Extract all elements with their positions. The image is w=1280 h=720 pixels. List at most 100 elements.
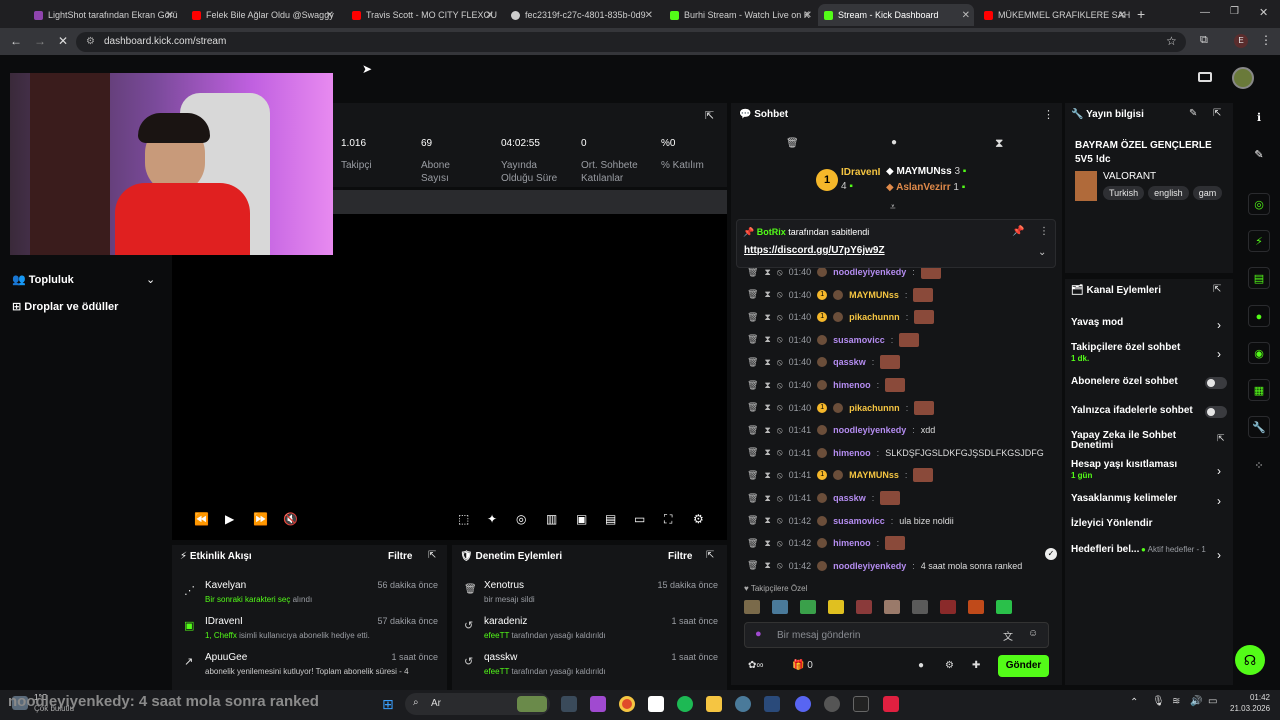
- chat-username[interactable]: MAYMUNss: [849, 290, 899, 300]
- chat-bubble-icon[interactable]: ●: [918, 660, 924, 671]
- close-icon[interactable]: ✕: [166, 10, 174, 21]
- emote[interactable]: [772, 600, 788, 614]
- trash-icon[interactable]: 🗑: [747, 515, 758, 526]
- pencil-icon[interactable]: ✎: [1248, 144, 1270, 166]
- clipboard-icon[interactable]: ▤: [1248, 267, 1270, 289]
- riot-icon[interactable]: [824, 696, 840, 712]
- ban-icon[interactable]: ⦸: [777, 357, 783, 368]
- rewind-icon[interactable]: ⏪: [194, 512, 209, 526]
- chevron-right-icon[interactable]: ›: [1217, 494, 1221, 508]
- crop-icon[interactable]: ⬚: [458, 512, 469, 526]
- chevron-down-icon[interactable]: ⌄: [1038, 247, 1046, 258]
- chat-username[interactable]: noodleyiyenkedy: [833, 267, 906, 277]
- popout-icon[interactable]: ⇱: [706, 550, 714, 561]
- channel-action-item[interactable]: İzleyici Yönlendir: [1071, 519, 1229, 529]
- close-icon[interactable]: ✕: [1118, 10, 1126, 21]
- video-player[interactable]: [172, 214, 727, 540]
- windows-start-icon[interactable]: ⊞: [382, 696, 398, 712]
- volume-icon[interactable]: 🔊: [1190, 696, 1202, 707]
- chat-message[interactable]: 🗑 ⧗ ⦸ 01:41 himenoo: SLKDŞFJGSLDKFGJŞSDLFKGSJ…: [747, 444, 1044, 462]
- browser-tab[interactable]: MÜKEMMEL GRAFIKLERE SAHİ ✕: [978, 4, 1130, 26]
- hourglass-icon[interactable]: ⧗: [764, 289, 770, 300]
- moderation-filter-button[interactable]: Filtre: [668, 551, 692, 562]
- spotify-icon[interactable]: [677, 696, 693, 712]
- moderation-user[interactable]: Xenotrus: [484, 580, 524, 591]
- fullscreen-icon[interactable]: ⛶: [664, 512, 672, 527]
- chevron-right-icon[interactable]: ›: [1217, 464, 1221, 478]
- hourglass-icon[interactable]: ⧗: [995, 136, 1003, 151]
- collapse-icon[interactable]: ⩡: [890, 202, 896, 213]
- chat-message[interactable]: 🗑 ⧗ ⦸ 01:40 susamovicc:: [747, 331, 920, 349]
- browser-tab[interactable]: Felek Bile Ağlar Oldu @Swaggy ✕: [186, 4, 338, 26]
- browser-tab[interactable]: LightShot tarafından Ekran Görü ✕: [28, 4, 178, 26]
- pinned-menu-icon[interactable]: ⋮: [1039, 226, 1049, 237]
- chat-message[interactable]: 🗑 ⧗ ⦸ 01:40 1 pikachunnn:: [747, 308, 935, 326]
- ban-icon[interactable]: ⦸: [777, 515, 783, 526]
- lightning-icon[interactable]: ⚡: [1248, 230, 1270, 252]
- network-app-icon[interactable]: [735, 696, 751, 712]
- close-icon[interactable]: ✕: [645, 10, 653, 21]
- popout-icon[interactable]: ⇱: [1213, 108, 1221, 119]
- trash-icon[interactable]: 🗑: [747, 560, 758, 571]
- hourglass-icon[interactable]: ⧗: [764, 380, 770, 391]
- wrench-icon[interactable]: 🔧: [1248, 416, 1270, 438]
- channel-action-item[interactable]: Yasaklanmış kelimeler ›: [1071, 494, 1229, 509]
- tag[interactable]: english: [1148, 186, 1189, 200]
- ban-icon[interactable]: ⦸: [777, 402, 783, 413]
- sidebar-item-drops[interactable]: ⊞ Droplar ve ödüller: [12, 300, 118, 313]
- window-close-icon[interactable]: ✕: [1259, 6, 1268, 19]
- chat-username[interactable]: himenoo: [833, 538, 871, 548]
- pinned-by[interactable]: BotRix: [757, 227, 786, 237]
- trash-icon[interactable]: 🗑: [747, 470, 758, 481]
- pip-icon[interactable]: ▣: [576, 512, 587, 526]
- emote[interactable]: [996, 600, 1012, 614]
- emoji-icon[interactable]: ☺: [1028, 628, 1038, 639]
- send-button[interactable]: Gönder: [998, 655, 1049, 677]
- cards-icon[interactable]: ▦: [1248, 379, 1270, 401]
- chat-message[interactable]: 🗑 ⧗ ⦸ 01:40 qasskw:: [747, 353, 901, 371]
- bookmark-star-icon[interactable]: ☆: [1166, 34, 1177, 48]
- folder-icon[interactable]: [706, 696, 722, 712]
- back-icon[interactable]: ←: [10, 34, 22, 48]
- gift-counter[interactable]: 🎁 0: [792, 660, 813, 671]
- hourglass-icon[interactable]: ⧗: [764, 267, 770, 278]
- chevron-down-icon[interactable]: ⌄: [146, 273, 155, 286]
- target-icon[interactable]: ◎: [1248, 193, 1270, 215]
- apps-icon[interactable]: ⁘: [1248, 455, 1270, 477]
- forward-icon[interactable]: →: [34, 34, 46, 48]
- chat-message[interactable]: 🗑 ⧗ ⦸ 01:40 1 pikachunnn:: [747, 399, 935, 417]
- chat-username[interactable]: pikachunnn: [849, 403, 900, 413]
- moderation-user[interactable]: qasskw: [484, 652, 517, 663]
- channel-action-item[interactable]: Hesap yaşı kısıtlaması 1 gün ›: [1071, 460, 1229, 481]
- close-icon[interactable]: ✕: [486, 10, 494, 21]
- ban-icon[interactable]: ⦸: [777, 538, 783, 549]
- edit-icon[interactable]: ✎: [1189, 108, 1197, 119]
- hourglass-icon[interactable]: ⧗: [764, 515, 770, 526]
- popout-icon[interactable]: ⇱: [705, 109, 714, 122]
- chrome-icon[interactable]: [619, 696, 635, 712]
- sparkle-icon[interactable]: ✦: [487, 512, 497, 526]
- ban-icon[interactable]: ⦸: [777, 470, 783, 481]
- discord-icon[interactable]: [795, 696, 811, 712]
- trash-icon[interactable]: 🗑: [747, 493, 758, 504]
- top-supporter-name[interactable]: IDravenI: [841, 167, 880, 178]
- ban-icon[interactable]: ⦸: [777, 447, 783, 458]
- steam-icon[interactable]: [764, 696, 780, 712]
- clip-icon[interactable]: ◎: [516, 512, 526, 526]
- broadcast-icon[interactable]: ◉: [1248, 342, 1270, 364]
- stats-icon[interactable]: ▥: [546, 512, 557, 526]
- settings-icon[interactable]: ⚙: [693, 512, 704, 526]
- stop-icon[interactable]: ✕: [58, 34, 68, 48]
- sidebar-item-community[interactable]: 👥 Topluluk: [12, 273, 74, 286]
- popout-icon[interactable]: ⇱: [1213, 284, 1221, 295]
- hourglass-icon[interactable]: ⧗: [764, 357, 770, 368]
- terminal-icon[interactable]: [853, 696, 869, 712]
- chat-username[interactable]: himenoo: [833, 380, 871, 390]
- chevron-right-icon[interactable]: ›: [1217, 318, 1221, 332]
- trash-icon[interactable]: 🗑: [747, 267, 758, 278]
- ban-icon[interactable]: ⦸: [777, 560, 783, 571]
- chat-username[interactable]: qasskw: [833, 493, 866, 503]
- toggle-switch[interactable]: [1205, 406, 1227, 418]
- minimize-icon[interactable]: —: [1200, 7, 1210, 18]
- chat-menu-icon[interactable]: ⋮: [1043, 108, 1054, 121]
